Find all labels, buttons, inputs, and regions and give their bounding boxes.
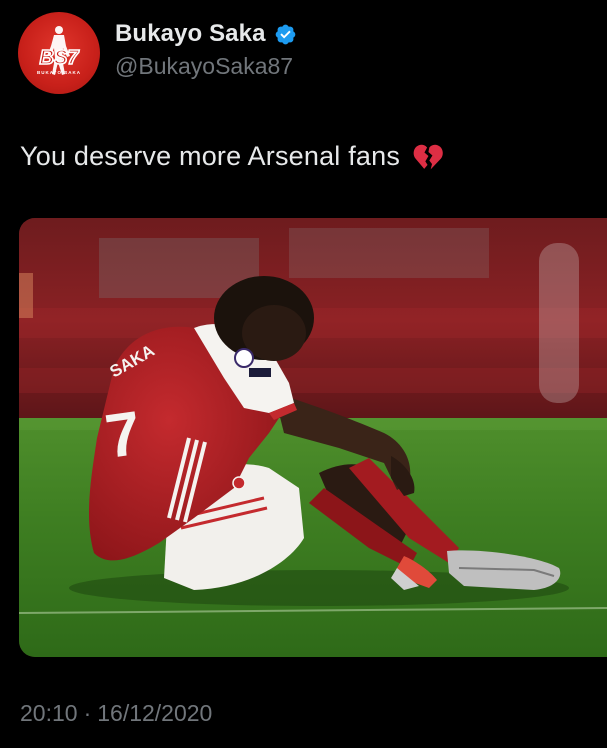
tweet-header: BS7 BUKAYO SAKA Bukayo Saka @BukayoSaka8… bbox=[18, 12, 297, 94]
display-name[interactable]: Bukayo Saka bbox=[115, 20, 266, 48]
verified-badge-icon bbox=[274, 23, 297, 46]
tweet-media-photo[interactable]: 7 SAKA bbox=[19, 218, 607, 657]
tweet-text: You deserve more Arsenal fans bbox=[20, 140, 401, 171]
timestamp-separator: · bbox=[83, 700, 92, 726]
avatar-logo-subtext: BUKAYO SAKA bbox=[37, 70, 81, 75]
avatar-logo-text: BS7 bbox=[40, 47, 80, 69]
tweet-time: 20:10 bbox=[20, 700, 78, 726]
avatar-logo-bs7-icon: BS7 BUKAYO SAKA bbox=[37, 26, 81, 75]
tweet-body: You deserve more Arsenal fans bbox=[20, 140, 444, 172]
tweet-timestamp[interactable]: 20:10 · 16/12/2020 bbox=[20, 700, 212, 727]
photo-player-sitting-on-pitch: 7 SAKA bbox=[19, 218, 607, 657]
display-name-row: Bukayo Saka bbox=[115, 20, 297, 48]
author-names: Bukayo Saka @BukayoSaka87 bbox=[115, 20, 297, 80]
broken-heart-icon bbox=[412, 140, 444, 172]
avatar[interactable]: BS7 BUKAYO SAKA bbox=[18, 12, 100, 94]
tweet-date: 16/12/2020 bbox=[97, 700, 213, 726]
user-handle[interactable]: @BukayoSaka87 bbox=[115, 53, 297, 80]
